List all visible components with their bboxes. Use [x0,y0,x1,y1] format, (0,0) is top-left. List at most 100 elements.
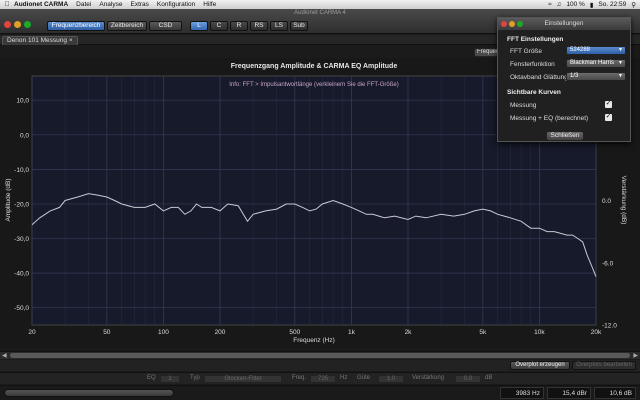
x-tick-label: 20k [591,329,602,336]
y-tick-label: -40,0 [14,271,29,278]
curve-measurement-label: Messung [510,102,537,109]
x-tick-label: 1k [348,329,356,336]
x-tick-label: 100 [158,329,169,336]
smoothing-select[interactable]: 1/3 ▼ [566,72,626,81]
channel-rs-button[interactable]: RS [250,21,268,31]
channel-l-button[interactable]: L [190,21,208,31]
menu-datei[interactable]: Datei [76,1,91,8]
y-tick-label: 0,0 [20,132,29,139]
status-amplitude: 15,4 dBr [547,387,591,399]
x-tick-label: 5k [479,329,487,336]
zoom-window-icon[interactable] [24,21,31,28]
x-tick-label: 2k [405,329,413,336]
window-title: Audionet CARMA 4 [294,10,346,16]
volume-icon[interactable]: ♫ [557,1,562,8]
smoothing-label: Oktavband Glättung [510,74,568,81]
tab-csd[interactable]: CSD [149,21,182,31]
x-tick-labels: 20 50 100 200 500 1k 2k 5k 10k 20k [28,329,602,336]
chart-subtitle: Info: FFT > Impulsantwortlänge (verklein… [229,82,398,88]
chart-title: Frequenzgang Amplitude & CARMA EQ Amplit… [231,63,398,70]
menu-bar:  Audionet CARMA Datei Analyse Extras Ko… [0,0,640,9]
chevron-down-icon: ▼ [618,60,623,66]
eq-select[interactable]: 1 [160,375,180,383]
y-tick-label: -50,0 [14,305,29,312]
y-tick-label: -20,0 [14,201,29,208]
minimize-window-icon[interactable] [14,21,21,28]
y-axis-label: Amplitude (dB) [5,179,12,222]
scroll-left-icon[interactable]: ◀ [2,352,7,359]
battery-icon: ▮ [589,1,594,9]
q-field[interactable]: 1.0 [378,375,404,383]
x-tick-label: 10k [534,329,545,336]
menu-konfiguration[interactable]: Konfiguration [157,1,195,8]
app-menu[interactable]: Audionet CARMA [14,1,68,8]
menu-extras[interactable]: Extras [130,1,148,8]
close-tab-icon[interactable]: × [69,37,73,44]
progress-bar [4,389,174,397]
search-icon[interactable]: ⚲ [631,1,636,9]
x-tick-label: 200 [215,329,226,336]
eq-label: EQ [147,375,156,381]
window-function-select[interactable]: Blackman Harris ▼ [566,59,626,68]
fft-size-select[interactable]: 524288 ▼ [566,46,626,55]
document-tab-label: Denon 101 Messung [7,37,67,44]
y2-tick-label: 0.0 [602,198,611,205]
q-label: Güte [357,375,371,381]
window-function-label: Fensterfunktion [510,61,555,68]
y2-tick-label: -6.0 [602,260,614,267]
settings-title-bar: Einstellungen [498,18,630,30]
clock[interactable]: So. 22:59 [598,1,626,8]
y-tick-label: -10,0 [14,167,29,174]
window-controls [4,21,31,28]
tab-time-domain[interactable]: Zeitbereich [107,21,147,31]
type-select[interactable]: Glocken-Filter [204,375,282,383]
window-function-value: Blackman Harris [570,60,615,66]
freq-field[interactable]: 725 [310,375,336,383]
y-tick-label: -30,0 [14,236,29,243]
curves-section-heading: Sichtbare Kurven [507,89,561,96]
overplot-edit-button[interactable]: Overplots bearbeiten [572,361,636,370]
settings-title: Einstellungen [544,20,584,27]
freq-label: Freq. [292,375,307,381]
fft-size-label: FFT Größe [510,48,543,55]
status-frequency: 3983 Hz [500,387,544,399]
channel-ls-button[interactable]: LS [270,21,288,31]
curve-measurement-checkbox[interactable]: ✓ [605,100,612,108]
tab-frequency-domain[interactable]: Frequenzbereich [47,21,105,31]
settings-window-controls [501,21,523,27]
settings-minimize-icon[interactable] [509,21,515,27]
x-tick-label: 500 [289,329,300,336]
x-axis-label: Frequenz (Hz) [293,337,335,344]
channel-c-button[interactable]: C [210,21,228,31]
smoothing-value: 1/3 [570,73,579,79]
overplot-create-button[interactable]: Overplot erzeugen [510,361,570,370]
settings-panel: Einstellungen FFT Einstellungen FFT Größ… [497,17,631,142]
freq-unit: Hz [340,375,348,381]
scrollbar-thumb[interactable] [10,353,630,358]
wifi-icon[interactable]: ≈ [548,1,552,8]
menu-analyse[interactable]: Analyse [99,1,122,8]
y2-axis-label: Verstärkung (dB) [620,176,627,225]
gain-label: Verstärkung [412,375,445,381]
fft-size-value: 524288 [570,47,591,53]
scroll-right-icon[interactable]: ▶ [633,352,638,359]
gain-field[interactable]: 0.0 [455,375,481,383]
type-label: Typ [190,375,200,381]
settings-zoom-icon[interactable] [517,21,523,27]
gain-unit: dB [485,375,493,381]
y2-tick-labels: 6.00.0-6.0-12.0 [602,136,617,330]
curve-measurement-eq-checkbox[interactable]: ✓ [605,113,612,121]
status-gain: 10,6 dB [594,387,636,399]
apple-icon[interactable]:  [0,1,14,8]
close-window-icon[interactable] [4,21,11,28]
document-tab[interactable]: Denon 101 Messung × [2,36,78,45]
settings-close-icon[interactable] [501,21,507,27]
channel-r-button[interactable]: R [230,21,248,31]
channel-sub-button[interactable]: Sub [290,21,308,31]
close-settings-button[interactable]: Schließen [546,131,584,141]
eq-parameter-bar: EQ 1 Typ Glocken-Filter Freq. 725 Hz Güt… [0,372,640,384]
chart-scrollbar[interactable]: ◀ ▶ [0,351,640,359]
battery-label[interactable]: 100 % [566,1,584,8]
menu-hilfe[interactable]: Hilfe [203,1,216,8]
chevron-down-icon: ▼ [618,73,623,79]
